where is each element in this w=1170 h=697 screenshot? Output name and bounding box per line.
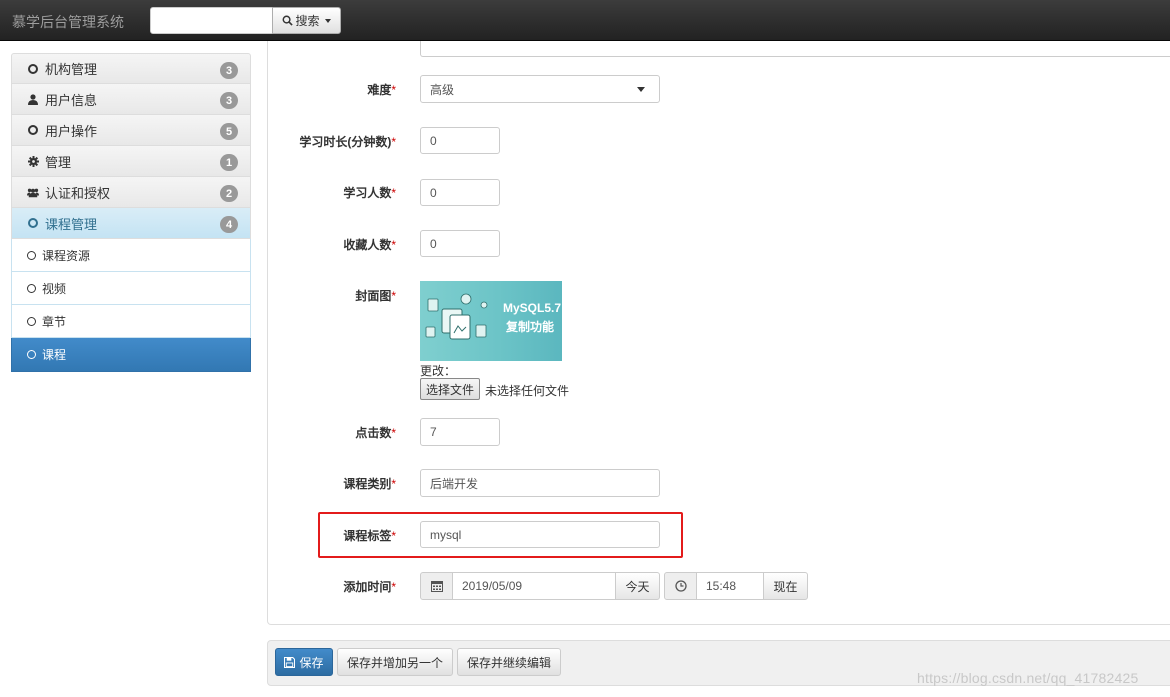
clock-icon: [674, 580, 687, 592]
sidebar-subitem-label: 章节: [42, 314, 67, 329]
favorites-label: 收藏人数*: [343, 238, 396, 252]
save-add-another-button[interactable]: 保存并增加另一个: [337, 648, 453, 676]
top-navbar: 慕学后台管理系统 搜索: [0, 0, 1170, 41]
sidebar-item-user-ops[interactable]: 用户操作 5: [11, 115, 251, 146]
clock-addon: [664, 572, 697, 600]
file-status: 未选择任何文件: [485, 384, 570, 398]
clicks-input[interactable]: 7: [420, 418, 500, 446]
watermark: https://blog.csdn.net/qq_41782425: [917, 670, 1139, 686]
description-textarea[interactable]: [420, 41, 1170, 57]
cover-title: MySQL5.7: [503, 301, 562, 315]
sidebar-subitem-chapter[interactable]: 章节: [11, 305, 251, 338]
users-icon: [27, 188, 39, 197]
add-time-label: 添加时间*: [343, 580, 396, 594]
sidebar-item-label: 机构管理: [45, 62, 98, 77]
students-input[interactable]: 0: [420, 179, 500, 206]
sidebar-item-label: 用户信息: [45, 92, 98, 108]
calendar-addon: [420, 572, 453, 600]
count-badge: 3: [220, 92, 238, 109]
clicks-label: 点击数*: [355, 426, 396, 440]
search-input[interactable]: [150, 7, 273, 34]
count-badge: 4: [220, 216, 238, 233]
sidebar-subitem-label: 课程: [42, 348, 67, 362]
circle-icon: [27, 250, 36, 260]
save-button[interactable]: 保存: [275, 648, 333, 676]
chevron-down-icon: [324, 18, 331, 23]
sidebar: 机构管理 3 用户信息 3 用户操作 5 管理 1 认证和授权 2 课程管理 4…: [11, 53, 251, 372]
cover-subtitle: 复制功能: [506, 320, 555, 334]
gear-icon: [27, 155, 39, 167]
cover-image[interactable]: MySQL5.7 复制功能: [420, 281, 562, 361]
sidebar-item-manage[interactable]: 管理 1: [11, 146, 251, 177]
circle-icon: [28, 218, 38, 228]
category-input[interactable]: 后端开发: [420, 469, 660, 497]
sidebar-item-user-info[interactable]: 用户信息 3: [11, 84, 251, 115]
cover-label: 封面图*: [355, 289, 396, 303]
cover-illustration: [425, 293, 488, 340]
circle-icon: [28, 125, 38, 135]
sidebar-item-org[interactable]: 机构管理 3: [11, 53, 251, 84]
app-title[interactable]: 慕学后台管理系统: [12, 12, 124, 32]
calendar-icon: [430, 581, 443, 592]
count-badge: 3: [220, 62, 238, 79]
sidebar-item-label: 认证和授权: [45, 185, 111, 201]
sidebar-subitem-video[interactable]: 视频: [11, 272, 251, 305]
circle-icon: [28, 63, 38, 74]
sidebar-subitem-label: 课程资源: [42, 248, 91, 263]
tag-input[interactable]: mysql: [420, 521, 660, 548]
today-button[interactable]: 今天: [615, 572, 660, 600]
circle-icon: [27, 316, 36, 326]
save-button-label: 保存: [299, 655, 324, 670]
sidebar-item-auth[interactable]: 认证和授权 2: [11, 177, 251, 208]
change-label: 更改：: [420, 364, 457, 378]
sidebar-subitem-course[interactable]: 课程: [11, 338, 251, 372]
choose-file-button[interactable]: 选择文件: [420, 378, 480, 400]
search-button[interactable]: 搜索: [272, 7, 341, 34]
save-continue-button[interactable]: 保存并继续编辑: [457, 648, 561, 676]
category-label: 课程类别*: [343, 477, 396, 491]
learn-time-input[interactable]: 0: [420, 127, 500, 154]
chevron-down-icon: [637, 87, 645, 92]
sidebar-item-label: 课程管理: [45, 216, 98, 232]
save-icon: [284, 656, 296, 668]
difficulty-select[interactable]: 高级: [420, 75, 660, 103]
date-input[interactable]: 2019/05/09: [452, 572, 616, 600]
students-label: 学习人数*: [343, 186, 396, 200]
circle-icon: [27, 350, 36, 359]
search-icon: [283, 15, 294, 26]
time-input[interactable]: 15:48: [696, 572, 764, 600]
count-badge: 1: [220, 154, 238, 171]
difficulty-label: 难度*: [367, 83, 396, 97]
user-icon: [28, 93, 38, 105]
search-button-label: 搜索: [295, 14, 320, 28]
tag-label: 课程标签*: [343, 529, 396, 543]
sidebar-item-label: 管理: [45, 154, 72, 170]
count-badge: 5: [220, 123, 238, 140]
count-badge: 2: [220, 185, 238, 202]
now-button[interactable]: 现在: [763, 572, 808, 600]
sidebar-subitem-label: 视频: [42, 281, 67, 296]
sidebar-subitem-course-resource[interactable]: 课程资源: [11, 239, 251, 272]
sidebar-item-label: 用户操作: [45, 123, 98, 139]
learn-time-label: 学习时长(分钟数)*: [299, 135, 396, 149]
difficulty-value: 高级: [430, 82, 455, 97]
sidebar-item-course-manage[interactable]: 课程管理 4: [11, 208, 251, 239]
circle-icon: [27, 283, 36, 293]
favorites-input[interactable]: 0: [420, 230, 500, 257]
